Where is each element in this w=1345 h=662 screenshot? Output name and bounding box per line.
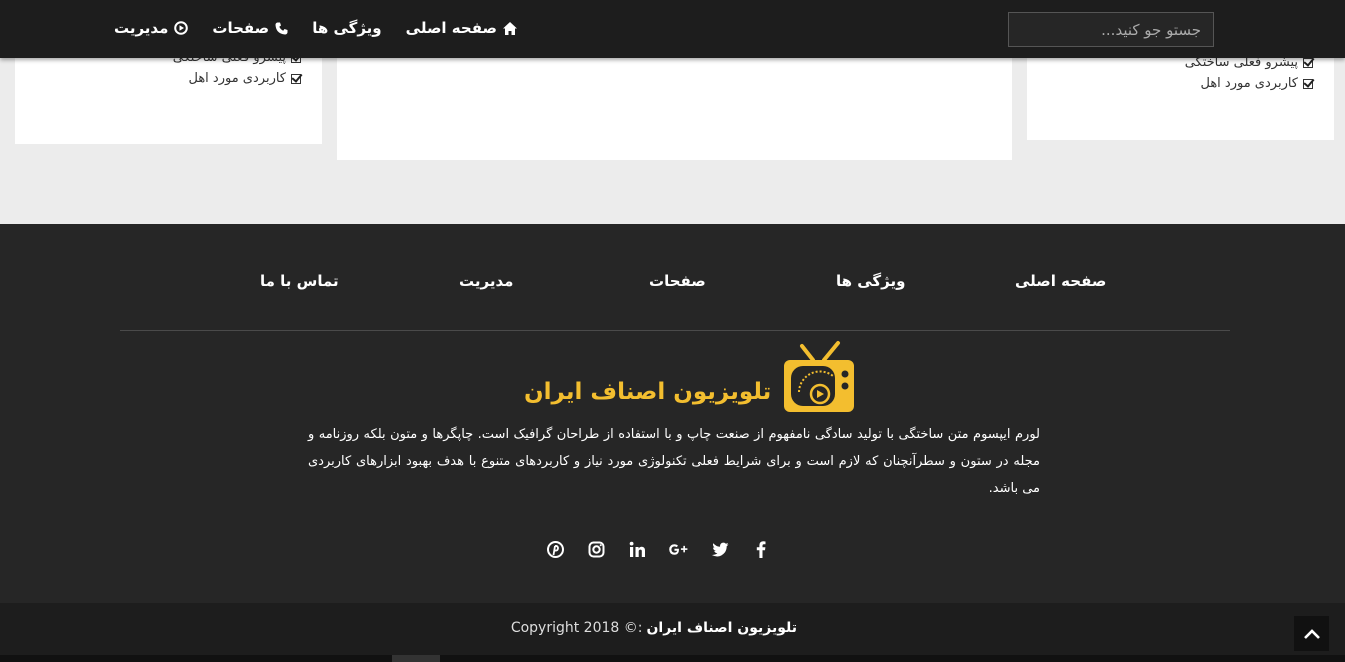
brand-name: تلویزیون اصناف ایران — [524, 379, 772, 405]
nav-item-admin[interactable]: مدیریت — [114, 19, 189, 37]
top-navbar: صفحه اصلی ویژگی ها صفحات مدیریت — [0, 0, 1345, 58]
copyright-bar: تلویزیون اصناف ایران Copyright 2018 ©: — [0, 603, 1345, 655]
footer-link-pages[interactable]: صفحات — [649, 272, 706, 290]
play-circle-icon — [174, 21, 189, 35]
instagram-icon[interactable] — [586, 539, 607, 560]
tv-logo-icon — [784, 341, 855, 412]
chevron-up-icon — [1303, 628, 1320, 639]
footer-link-admin[interactable]: مدیریت — [459, 272, 513, 290]
footer-description: لورم ایپسوم متن ساختگی با تولید سادگی نا… — [308, 427, 1040, 496]
home-icon — [503, 21, 517, 35]
copyright-text: تلویزیون اصناف ایران Copyright 2018 ©: — [510, 620, 797, 636]
list-item: کاربردی مورد اهل — [173, 68, 301, 89]
linkedin-icon[interactable] — [627, 539, 648, 560]
facebook-icon[interactable] — [750, 539, 771, 560]
footer-brand: تلویزیون اصناف ایران — [524, 340, 855, 414]
twitter-icon[interactable] — [709, 539, 730, 560]
checkbox-icon — [1303, 57, 1313, 68]
checkbox-icon — [291, 73, 301, 84]
search-input[interactable] — [1008, 12, 1214, 47]
feature-list: پیشرو فعلی ساختگی کاربردی مورد اهل — [1185, 52, 1313, 94]
footer-divider — [120, 330, 1230, 331]
main-menu: صفحه اصلی ویژگی ها صفحات مدیریت — [114, 0, 517, 56]
footer-link-contact[interactable]: تماس با ما — [260, 272, 339, 290]
phone-icon — [275, 22, 288, 34]
footer-link-features[interactable]: ویژگی ها — [836, 272, 905, 290]
copyright-brand: تلویزیون اصناف ایران — [646, 620, 797, 636]
bottom-strip — [0, 655, 1345, 662]
nav-item-pages[interactable]: صفحات — [212, 19, 288, 37]
strip-tab — [392, 655, 440, 662]
checkbox-icon — [1303, 78, 1313, 89]
scroll-to-top-button[interactable] — [1294, 616, 1329, 651]
site-footer: صفحه اصلی ویژگی ها صفحات مدیریت تماس با … — [0, 224, 1345, 603]
footer-link-home[interactable]: صفحه اصلی — [1015, 272, 1106, 290]
pinterest-icon[interactable] — [545, 539, 566, 560]
content-card-middle — [337, 40, 1012, 160]
list-item: کاربردی مورد اهل — [1185, 73, 1313, 94]
google-plus-icon[interactable] — [668, 539, 689, 560]
nav-item-features[interactable]: ویژگی ها — [312, 19, 381, 37]
nav-item-home[interactable]: صفحه اصلی — [406, 19, 517, 37]
social-links — [545, 539, 771, 560]
